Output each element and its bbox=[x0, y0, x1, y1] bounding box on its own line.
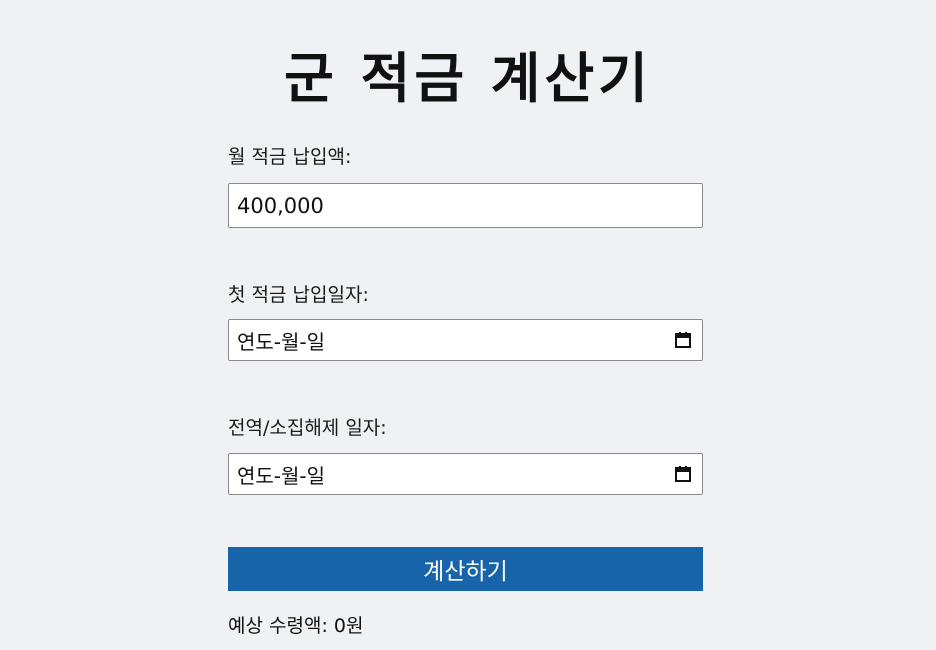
expected-amount-label: 예상 수령액: bbox=[228, 615, 328, 637]
calculate-button[interactable]: 계산하기 bbox=[228, 547, 703, 591]
calendar-icon[interactable] bbox=[674, 465, 692, 483]
page-title: 군 적금 계산기 bbox=[284, 47, 652, 110]
expected-amount-value: 0원 bbox=[333, 615, 364, 637]
monthly-deposit-input[interactable]: 400,000 bbox=[228, 183, 703, 228]
page: 군 적금 계산기 월 적금 납입액: 400,000 첫 적금 납입일자: 연도… bbox=[0, 0, 936, 650]
discharge-date-placeholder: 연도-월-일 bbox=[237, 463, 326, 488]
discharge-date-label: 전역/소집해제 일자: bbox=[228, 417, 387, 439]
calendar-icon[interactable] bbox=[674, 331, 692, 349]
first-deposit-date-label: 첫 적금 납입일자: bbox=[228, 284, 369, 306]
monthly-deposit-label: 월 적금 납입액: bbox=[228, 146, 352, 168]
first-deposit-date-input[interactable]: 연도-월-일 bbox=[228, 319, 703, 361]
monthly-deposit-value: 400,000 bbox=[237, 193, 324, 218]
first-deposit-date-placeholder: 연도-월-일 bbox=[237, 329, 326, 354]
expected-amount: 예상 수령액: 0원 bbox=[228, 613, 363, 639]
discharge-date-input[interactable]: 연도-월-일 bbox=[228, 453, 703, 495]
